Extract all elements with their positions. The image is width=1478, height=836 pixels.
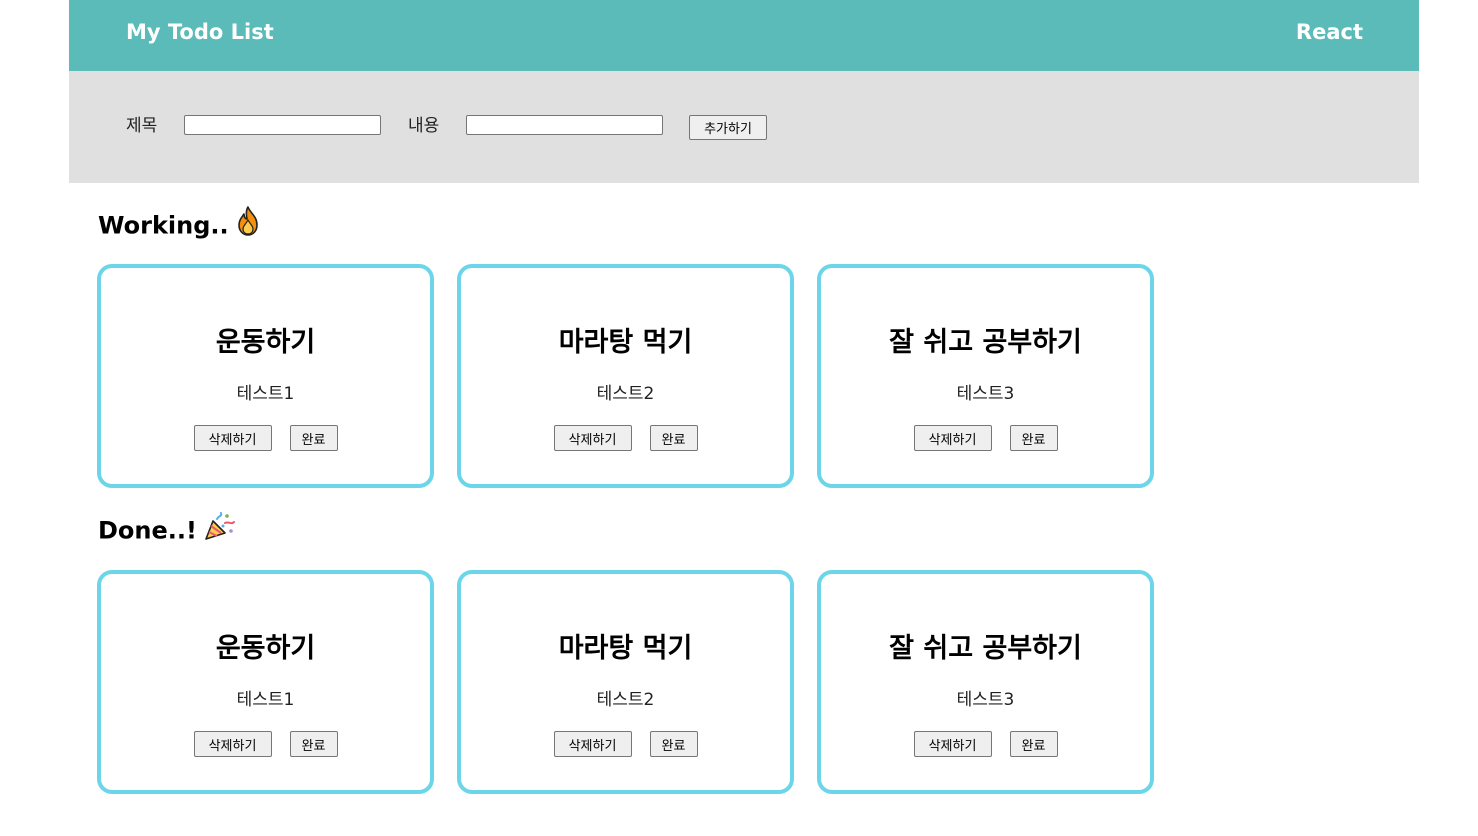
content-input[interactable] <box>466 115 663 135</box>
todo-content: 테스트2 <box>596 384 655 404</box>
todo-content: 테스트2 <box>596 690 655 710</box>
todo-title: 잘 쉬고 공부하기 <box>889 327 1082 358</box>
delete-button[interactable]: 삭제하기 <box>913 731 992 757</box>
todo-card: 잘 쉬고 공부하기 테스트3 삭제하기 완료 <box>817 264 1154 488</box>
todo-actions: 삭제하기 완료 <box>461 425 790 451</box>
working-card-list: 운동하기 테스트1 삭제하기 완료 마라탕 먹기 테스트2 삭제하기 완료 잘 쉬고… <box>97 264 1177 488</box>
title-field-label: 제목 <box>126 116 158 136</box>
content-field-label: 내용 <box>408 116 440 136</box>
complete-button[interactable]: 완료 <box>649 425 698 451</box>
todo-card: 마라탕 먹기 테스트2 삭제하기 완료 <box>457 570 794 794</box>
todo-actions: 삭제하기 완료 <box>461 731 790 757</box>
todo-title: 마라탕 먹기 <box>558 633 693 664</box>
todo-actions: 삭제하기 완료 <box>101 731 430 757</box>
todo-card: 운동하기 테스트1 삭제하기 완료 <box>97 264 434 488</box>
todo-content: 테스트1 <box>236 384 295 404</box>
add-todo-form: 제목 내용 추가하기 <box>69 71 1419 183</box>
delete-button[interactable]: 삭제하기 <box>913 425 992 451</box>
todo-content: 테스트1 <box>236 690 295 710</box>
done-card-list: 운동하기 테스트1 삭제하기 완료 마라탕 먹기 테스트2 삭제하기 완료 잘 쉬고… <box>97 570 1177 794</box>
header-bar: My Todo List React <box>69 0 1419 71</box>
todo-card: 마라탕 먹기 테스트2 삭제하기 완료 <box>457 264 794 488</box>
delete-button[interactable]: 삭제하기 <box>193 731 272 757</box>
complete-button[interactable]: 완료 <box>649 731 698 757</box>
todo-title: 운동하기 <box>215 633 316 664</box>
brand-label: React <box>1295 20 1363 44</box>
todo-card: 운동하기 테스트1 삭제하기 완료 <box>97 570 434 794</box>
todo-title: 마라탕 먹기 <box>558 327 693 358</box>
add-button[interactable]: 추가하기 <box>689 115 767 140</box>
todo-content: 테스트3 <box>956 384 1015 404</box>
todo-app: My Todo List React 제목 내용 추가하기 Working.. … <box>69 0 1419 836</box>
todo-title: 운동하기 <box>215 327 316 358</box>
done-title-text: Done..! <box>98 516 197 545</box>
todo-actions: 삭제하기 완료 <box>101 425 430 451</box>
todo-title: 잘 쉬고 공부하기 <box>889 633 1082 664</box>
title-input[interactable] <box>184 115 381 135</box>
working-section-title: Working.. <box>98 206 261 243</box>
fire-icon <box>235 206 261 243</box>
complete-button[interactable]: 완료 <box>289 425 338 451</box>
todo-card: 잘 쉬고 공부하기 테스트3 삭제하기 완료 <box>817 570 1154 794</box>
todo-actions: 삭제하기 완료 <box>821 731 1150 757</box>
complete-button[interactable]: 완료 <box>289 731 338 757</box>
working-title-text: Working.. <box>98 211 229 240</box>
complete-button[interactable]: 완료 <box>1009 731 1058 757</box>
app-title: My Todo List <box>126 20 274 44</box>
delete-button[interactable]: 삭제하기 <box>193 425 272 451</box>
todo-actions: 삭제하기 완료 <box>821 425 1150 451</box>
delete-button[interactable]: 삭제하기 <box>553 731 632 757</box>
party-popper-icon <box>203 511 235 548</box>
todo-content: 테스트3 <box>956 690 1015 710</box>
delete-button[interactable]: 삭제하기 <box>553 425 632 451</box>
done-section-title: Done..! <box>98 512 235 548</box>
complete-button[interactable]: 완료 <box>1009 425 1058 451</box>
